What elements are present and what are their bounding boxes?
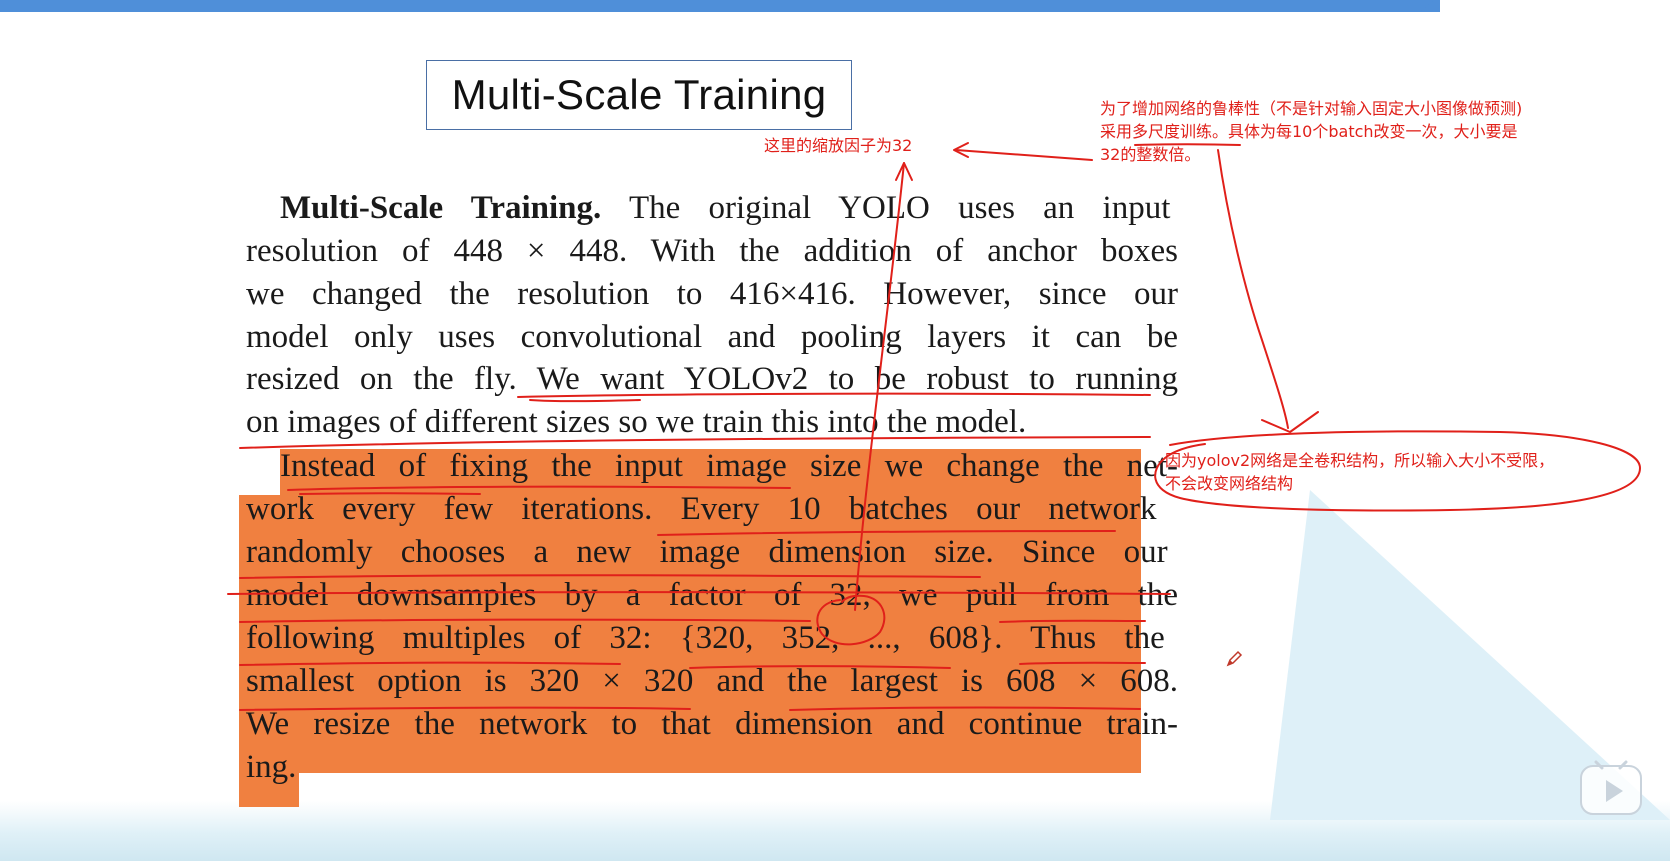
paper-line-text: resolution of 448 × 448. With the additi…: [246, 233, 1178, 269]
paper-line: randomly chooses a new image dimension s…: [246, 530, 1178, 574]
paper-line-text: randomly chooses a new image dimension s…: [246, 534, 1168, 570]
arrow-note-to-scale: [955, 149, 1093, 161]
paper-line-text: Instead of fixing the input image size w…: [280, 448, 1178, 484]
annotation-fcn-line-2: 不会改变网络结构: [1165, 474, 1294, 493]
annotation-robust-line-1: 为了增加网络的鲁棒性（不是针对输入固定大小图像做预测): [1100, 99, 1523, 118]
paper-line: We resize the network to that dimension …: [246, 702, 1178, 746]
pen-icon[interactable]: [1225, 650, 1243, 668]
paper-line: Multi-Scale Training. The original YOLO …: [246, 186, 1212, 230]
bottom-decoration: [0, 801, 1670, 861]
paper-line-text: The original YOLO uses an input: [601, 190, 1171, 226]
paper-line: ing.: [246, 745, 1178, 789]
paper-line: model only uses convolutional and poolin…: [246, 315, 1178, 359]
connector-to-fcn-note: [1217, 149, 1289, 429]
paper-line-text: smallest option is 320 × 320 and the lar…: [246, 663, 1178, 699]
paper-line: smallest option is 320 × 320 and the lar…: [246, 659, 1178, 703]
slide-title: Multi-Scale Training: [451, 71, 827, 118]
top-accent-bar: [0, 0, 1440, 12]
paper-line: model downsamples by a factor of 32, we …: [246, 573, 1178, 617]
paper-line-text: following multiples of 32: {320, 352, ..…: [246, 620, 1165, 656]
paper-line: Instead of fixing the input image size w…: [246, 444, 1212, 488]
annotation-scale-factor: 这里的缩放因子为32: [764, 136, 913, 155]
paper-line-text: model only uses convolutional and poolin…: [246, 319, 1178, 355]
annotation-fcn-line-1: 因为yolov2网络是全卷积结构，所以输入大小不受限，: [1165, 451, 1555, 470]
top-accent-bar-cap: [1420, 0, 1434, 12]
paper-line: resolution of 448 × 448. With the additi…: [246, 229, 1178, 273]
annotation-robust-line-3: 32的整数倍。: [1100, 145, 1201, 164]
paper-line: we changed the resolution to 416×416. Ho…: [246, 272, 1178, 316]
paper-line-text: We resize the network to that dimension …: [246, 706, 1178, 742]
annotation-robust-line-2: 采用多尺度训练。具体为每10个batch改变一次，大小要是: [1100, 122, 1518, 141]
play-button-icon[interactable]: [1578, 758, 1646, 818]
paper-line: resized on the fly. We want YOLOv2 to be…: [246, 357, 1178, 401]
paper-line-text: on images of different sizes so we train…: [246, 404, 1027, 440]
paper-line-text: ing.: [246, 749, 297, 785]
slide-title-box: Multi-Scale Training: [426, 60, 852, 130]
paper-line-text: work every few iterations. Every 10 batc…: [246, 491, 1157, 527]
paper-line: work every few iterations. Every 10 batc…: [246, 487, 1178, 531]
paper-line-text: resized on the fly. We want YOLOv2 to be…: [246, 361, 1178, 397]
paper-line: on images of different sizes so we train…: [246, 400, 1178, 444]
paragraph-heading: Multi-Scale Training.: [280, 190, 602, 226]
paper-line-text: model downsamples by a factor of 32, we …: [246, 577, 1178, 613]
paper-line: following multiples of 32: {320, 352, ..…: [246, 616, 1178, 660]
paper-line-text: we changed the resolution to 416×416. Ho…: [246, 276, 1178, 312]
